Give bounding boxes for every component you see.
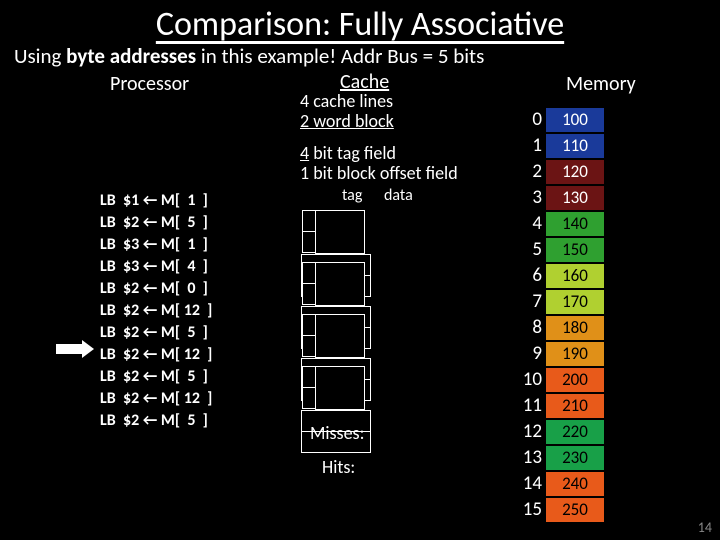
- cache-tag-label: tag: [342, 186, 362, 205]
- valid-cell: [302, 210, 316, 232]
- instruction-row: LB $2 ← M[ 12 ]: [100, 344, 212, 366]
- memory-row: 6160: [510, 262, 604, 288]
- memory-row: 10200: [510, 366, 604, 392]
- memory-cell: 110: [546, 133, 604, 158]
- memory-address: 12: [510, 420, 542, 443]
- instruction-row: LB $2 ← M[ 5 ]: [100, 212, 212, 234]
- valid-cell: [302, 283, 316, 305]
- memory-row: 14240: [510, 470, 604, 496]
- subtitle: Using byte addresses in this example! Ad…: [0, 43, 720, 69]
- memory-address: 10: [510, 368, 542, 391]
- tag-cell: [315, 262, 365, 306]
- instruction-row: LB $2 ← M[ 12 ]: [100, 300, 212, 322]
- memory-cell: 250: [546, 497, 604, 522]
- memory-row: 4140: [510, 210, 604, 236]
- memory-cell: 230: [546, 445, 604, 470]
- cache-grid: [302, 210, 371, 418]
- subtitle-bold: byte addresses: [66, 43, 196, 69]
- tag-cell: [315, 210, 365, 254]
- valid-cell: [302, 335, 316, 357]
- cache-block: [302, 314, 371, 358]
- misses-label: Misses:: [310, 422, 364, 444]
- memory-row: 5150: [510, 236, 604, 262]
- memory-cell: 220: [546, 419, 604, 444]
- memory-row: 12220: [510, 418, 604, 444]
- instruction-row: LB $3 ← M[ 1 ]: [100, 234, 212, 256]
- memory-address: 5: [510, 238, 542, 261]
- tag-cell: [315, 314, 365, 358]
- memory-cell: 180: [546, 315, 604, 340]
- instruction-list: LB $1 ← M[ 1 ]LB $2 ← M[ 5 ]LB $3 ← M[ 1…: [100, 190, 212, 432]
- memory-row: 15250: [510, 496, 604, 522]
- memory-row: 1110: [510, 132, 604, 158]
- memory-address: 3: [510, 186, 542, 209]
- tag-field-text: 4 bit tag field: [300, 142, 396, 164]
- memory-row: 3130: [510, 184, 604, 210]
- subtitle-pre: Using: [14, 43, 66, 69]
- memory-row: 9190: [510, 340, 604, 366]
- memory-cell: 130: [546, 185, 604, 210]
- slide-title: Comparison: Fully Associative: [0, 0, 720, 45]
- memory-cell: 200: [546, 367, 604, 392]
- subtitle-post: in this example! Addr Bus = 5 bits: [196, 43, 484, 69]
- memory-row: 13230: [510, 444, 604, 470]
- memory-address: 1: [510, 134, 542, 157]
- processor-heading: Processor: [110, 72, 189, 96]
- valid-cell: [302, 314, 316, 336]
- cache-lines-text: 4 cache lines: [300, 90, 393, 112]
- memory-row: 11210: [510, 392, 604, 418]
- memory-cell: 150: [546, 237, 604, 262]
- memory-cell: 190: [546, 341, 604, 366]
- cache-block: [302, 366, 371, 410]
- memory-address: 13: [510, 446, 542, 469]
- memory-heading: Memory: [566, 72, 636, 96]
- instruction-row: LB $3 ← M[ 4 ]: [100, 256, 212, 278]
- valid-cell: [302, 387, 316, 409]
- memory-address: 9: [510, 342, 542, 365]
- cache-block: [302, 262, 371, 306]
- valid-cell: [302, 366, 316, 388]
- slide-number: 14: [698, 519, 712, 536]
- instruction-row: LB $2 ← M[ 5 ]: [100, 410, 212, 432]
- content-area: Processor Cache Memory 4 cache lines 2 w…: [0, 72, 720, 540]
- cache-block: [302, 210, 371, 254]
- memory-address: 0: [510, 108, 542, 131]
- memory-row: 2120: [510, 158, 604, 184]
- memory-address: 4: [510, 212, 542, 235]
- memory-cell: 120: [546, 159, 604, 184]
- memory-cell: 240: [546, 471, 604, 496]
- offset-field-text: 1 bit block offset field: [300, 162, 458, 184]
- memory-address: 11: [510, 394, 542, 417]
- memory-column: 0100111021203130414051506160717081809190…: [510, 106, 604, 522]
- cache-data-label: data: [384, 186, 413, 205]
- memory-address: 15: [510, 498, 542, 521]
- instruction-row: LB $1 ← M[ 1 ]: [100, 190, 212, 212]
- memory-cell: 100: [546, 107, 604, 132]
- tag-cell: [315, 366, 365, 410]
- memory-address: 14: [510, 472, 542, 495]
- memory-cell: 140: [546, 211, 604, 236]
- memory-row: 7170: [510, 288, 604, 314]
- memory-row: 0100: [510, 106, 604, 132]
- instruction-row: LB $2 ← M[ 0 ]: [100, 278, 212, 300]
- cache-block-text: 2 word block: [300, 110, 394, 132]
- valid-cell: [302, 262, 316, 284]
- memory-address: 6: [510, 264, 542, 287]
- memory-row: 8180: [510, 314, 604, 340]
- instruction-row: LB $2 ← M[ 5 ]: [100, 322, 212, 344]
- memory-address: 2: [510, 160, 542, 183]
- instruction-row: LB $2 ← M[ 5 ]: [100, 366, 212, 388]
- memory-cell: 160: [546, 263, 604, 288]
- hits-label: Hits:: [322, 456, 355, 478]
- memory-address: 7: [510, 290, 542, 313]
- instruction-row: LB $2 ← M[ 12 ]: [100, 388, 212, 410]
- memory-cell: 170: [546, 289, 604, 314]
- valid-cell: [302, 231, 316, 253]
- memory-cell: 210: [546, 393, 604, 418]
- memory-address: 8: [510, 316, 542, 339]
- current-instruction-arrow-icon: [56, 340, 94, 358]
